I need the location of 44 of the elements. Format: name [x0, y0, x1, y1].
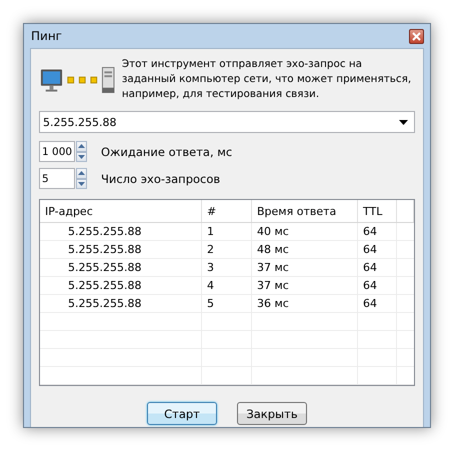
- table-cell: 64: [358, 295, 397, 312]
- table-cell: 37 мс: [252, 277, 358, 294]
- table-cell: 5: [202, 295, 252, 312]
- spin-down-button[interactable]: [76, 178, 87, 189]
- spin-up-button[interactable]: [76, 141, 87, 152]
- start-button[interactable]: Старт: [147, 402, 217, 425]
- table-cell: 64: [358, 241, 397, 258]
- down-arrow-icon: [78, 182, 85, 186]
- down-arrow-icon: [78, 154, 85, 159]
- table-cell: 5.255.255.88: [40, 241, 202, 258]
- table-cell: 64: [358, 223, 397, 240]
- table-cell: 5.255.255.88: [40, 259, 202, 276]
- table-cell: 2: [202, 241, 252, 258]
- column-header[interactable]: Время ответа: [252, 200, 358, 222]
- table-cell: 1: [202, 223, 252, 240]
- table-cell: 3: [202, 259, 252, 276]
- close-button[interactable]: [409, 28, 424, 44]
- description-text: Этот инструмент отправляет эхо-запрос на заданный компьютер сети, что может применяться, например, для тестирования связи.: [122, 57, 412, 102]
- table-cell: 4: [202, 277, 252, 294]
- address-combobox[interactable]: 5.255.255.88: [39, 111, 415, 133]
- field-label: Число эхо-запросов: [101, 172, 220, 186]
- dropdown-arrow-icon: [399, 120, 408, 124]
- table-cell: 36 мс: [252, 295, 358, 312]
- spin-down-button[interactable]: [76, 152, 87, 162]
- close-dialog-button[interactable]: Закрыть: [237, 402, 307, 425]
- table-cell: 64: [358, 259, 397, 276]
- column-header[interactable]: #: [202, 200, 252, 222]
- up-arrow-icon: [78, 144, 85, 148]
- window-title: Пинг: [31, 29, 62, 43]
- table-cell: 5.255.255.88: [40, 295, 202, 312]
- table-cell: 40 мс: [252, 223, 358, 240]
- number-field[interactable]: 1 000: [39, 141, 75, 162]
- close-icon: [412, 32, 421, 40]
- table-cell: 64: [358, 277, 397, 294]
- table-cell: 5.255.255.88: [40, 277, 202, 294]
- column-header[interactable]: IP-адрес: [40, 200, 202, 222]
- table-cell: 48 мс: [252, 241, 358, 258]
- table-cell: 37 мс: [252, 259, 358, 276]
- field-label: Ожидание ответа, мс: [101, 144, 232, 158]
- table-cell: 5.255.255.88: [40, 223, 202, 240]
- up-arrow-icon: [78, 171, 85, 176]
- column-header[interactable]: TTL: [358, 200, 397, 222]
- spin-up-button[interactable]: [76, 168, 87, 178]
- number-field[interactable]: 5: [39, 168, 75, 189]
